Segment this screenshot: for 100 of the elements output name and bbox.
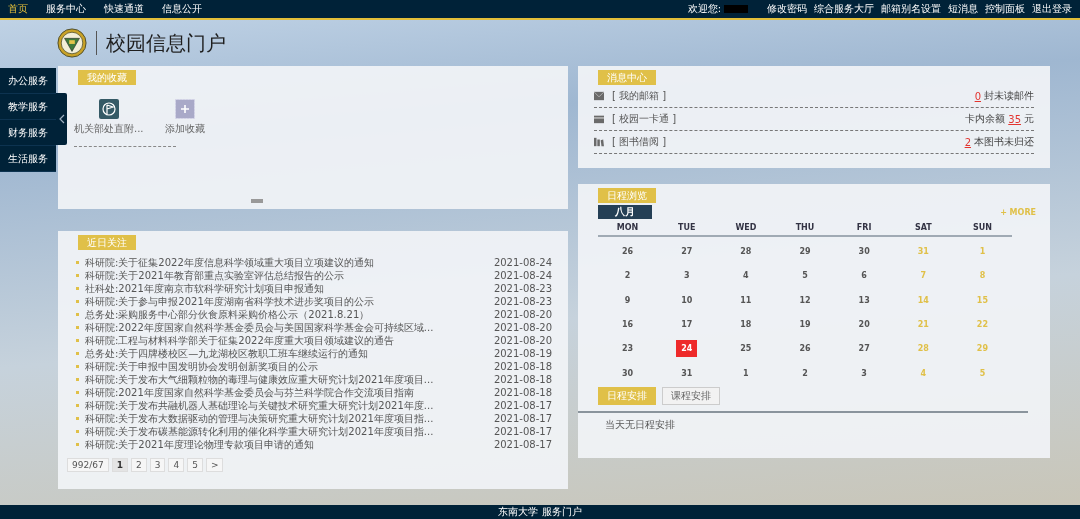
- books-icon: [594, 137, 604, 147]
- calendar-day[interactable]: 19: [795, 317, 815, 333]
- calendar-day[interactable]: 9: [620, 292, 635, 308]
- header-link[interactable]: 控制面板: [985, 2, 1025, 16]
- card-icon: [594, 114, 604, 124]
- news-link[interactable]: 科研院:关于发布大数据驱动的管理与决策研究重大研究计划2021年度项目指...: [85, 411, 494, 426]
- calendar-day[interactable]: 11: [736, 292, 756, 308]
- calendar-day[interactable]: 3: [679, 268, 694, 284]
- calendar-day[interactable]: 2: [620, 268, 635, 284]
- news-date: 2021-08-17: [493, 413, 552, 424]
- news-link[interactable]: 科研院:关于发布共融机器人基础理论与关键技术研究重大研究计划2021年度...: [85, 398, 494, 413]
- panel-title: 日程浏览: [598, 188, 656, 203]
- calendar-day[interactable]: 5: [798, 268, 812, 284]
- message-text: 元: [1024, 112, 1034, 126]
- message-text: 本图书未归还: [974, 135, 1034, 149]
- calendar-day[interactable]: 29: [795, 244, 815, 260]
- footer-text: 东南大学 服务门户: [498, 506, 582, 518]
- news-link[interactable]: 科研院:关于发布大气细颗粒物的毒理与健康效应重大研究计划2021年度项目...: [85, 372, 494, 387]
- calendar-day[interactable]: 6: [857, 268, 871, 284]
- sidebar-item[interactable]: 生活服务: [0, 146, 56, 172]
- header-link[interactable]: 短消息: [948, 2, 978, 16]
- news-link[interactable]: 总务处:关于四牌楼校区—九龙湖校区教职工班车继续运行的通知: [85, 346, 494, 361]
- calendar-day[interactable]: 26: [795, 341, 815, 357]
- calendar-day[interactable]: 24: [676, 339, 698, 357]
- calendar-day[interactable]: 13: [854, 292, 874, 308]
- news-link[interactable]: 科研院:关于发布碳基能源转化利用的催化科学重大研究计划2021年度项目指...: [85, 424, 494, 439]
- calendar-day[interactable]: 1: [739, 365, 753, 381]
- news-date: 2021-08-23: [493, 296, 552, 307]
- panel-title: 近日关注: [78, 235, 136, 250]
- calendar-day[interactable]: 23: [618, 341, 638, 357]
- portal-title: 校园信息门户: [106, 29, 226, 57]
- next-page-button[interactable]: >: [205, 458, 224, 472]
- nav-tab[interactable]: 快速通道: [104, 0, 144, 18]
- page-button[interactable]: 4: [168, 458, 185, 472]
- plus-icon: [174, 99, 195, 119]
- calendar-day[interactable]: 27: [677, 244, 697, 260]
- news-link[interactable]: 科研院:工程与材料科学部关于征集2022年度重大项目领域建议的通告: [85, 333, 494, 348]
- header-link[interactable]: 退出登录: [1032, 2, 1072, 16]
- news-link[interactable]: 科研院:关于征集2022年度信息科学领域重大项目立项建议的通知: [85, 255, 494, 270]
- favorite-shortcut[interactable]: 机关部处直附...: [74, 99, 144, 136]
- calendar-day[interactable]: 10: [677, 292, 697, 308]
- calendar-day[interactable]: 25: [736, 341, 756, 357]
- panel-title: 我的收藏: [78, 70, 136, 85]
- calendar-day[interactable]: 2: [798, 365, 812, 381]
- weekday-label: SAT: [913, 222, 933, 232]
- calendar-day[interactable]: 28: [736, 244, 756, 260]
- news-date: 2021-08-17: [493, 439, 552, 450]
- message-text: 封未读邮件: [984, 89, 1034, 103]
- message-link[interactable]: [ 校园一卡通 ]: [612, 112, 677, 126]
- calendar-day[interactable]: 17: [677, 317, 697, 333]
- sidebar-item[interactable]: 教学服务: [0, 94, 56, 120]
- weekday-label: WED: [734, 222, 758, 232]
- calendar-day[interactable]: 20: [854, 317, 874, 333]
- news-link[interactable]: 科研院:关于申报中国发明协会发明创新奖项目的公示: [85, 359, 494, 374]
- nav-tab[interactable]: 信息公开: [162, 0, 202, 18]
- page-button[interactable]: 2: [130, 458, 147, 472]
- news-link[interactable]: 科研院:关于2021年教育部重点实验室评估总结报告的公示: [85, 268, 494, 283]
- count-link[interactable]: 0: [974, 90, 981, 102]
- message-link[interactable]: [ 图书借阅 ]: [612, 135, 667, 149]
- news-date: 2021-08-19: [493, 348, 552, 359]
- sidebar-item[interactable]: 办公服务: [0, 68, 56, 94]
- favorite-shortcut[interactable]: 添加收藏: [157, 99, 212, 136]
- calendar-day[interactable]: 18: [736, 317, 756, 333]
- header-link[interactable]: 修改密码: [767, 2, 807, 16]
- news-date: 2021-08-18: [493, 387, 552, 398]
- calendar-day[interactable]: 27: [854, 341, 874, 357]
- news-date: 2021-08-18: [493, 361, 552, 372]
- news-link[interactable]: 科研院:关于参与申报2021年度湖南省科学技术进步奖项目的公示: [85, 294, 494, 309]
- calendar-day[interactable]: 4: [739, 268, 753, 284]
- calendar-day[interactable]: 3: [857, 365, 871, 381]
- page-button[interactable]: 3: [149, 458, 166, 472]
- news-link[interactable]: 科研院:2022年度国家自然科学基金委员会与美国国家科学基金会可持续区域...: [85, 320, 494, 335]
- news-link[interactable]: 总务处:采购服务中心部分伙食原料采购价格公示（2021.8.21）: [85, 307, 494, 322]
- count-link[interactable]: 2: [964, 136, 971, 148]
- calendar-day[interactable]: 31: [677, 365, 697, 381]
- calendar-day[interactable]: 16: [618, 317, 638, 333]
- news-link[interactable]: 社科处:2021年度南京市软科学研究计划项目申报通知: [85, 281, 494, 296]
- weekday-label: TUE: [677, 222, 697, 232]
- weekday-label: THU: [794, 222, 816, 232]
- sidebar-item[interactable]: 财务服务: [0, 120, 56, 146]
- nav-tab[interactable]: 首页: [8, 0, 28, 18]
- nav-tab[interactable]: 服务中心: [46, 0, 86, 18]
- header-link[interactable]: 综合服务大厅: [814, 2, 874, 16]
- page-button[interactable]: 5: [187, 458, 203, 472]
- message-link[interactable]: [ 我的邮箱 ]: [612, 89, 667, 103]
- calendar-day[interactable]: 26: [618, 244, 638, 260]
- calendar-day[interactable]: 30: [618, 365, 638, 381]
- page-button[interactable]: 1: [111, 458, 128, 472]
- weekday-label: MON: [615, 222, 640, 232]
- count-link[interactable]: 35: [1008, 113, 1021, 125]
- header-link[interactable]: 邮箱别名设置: [881, 2, 941, 16]
- envelope-icon: [594, 91, 604, 101]
- schedule-tab[interactable]: 课程安排: [662, 386, 720, 405]
- panel-title: 消息中心: [598, 70, 656, 85]
- page-summary: 992/67: [67, 458, 109, 472]
- calendar-day[interactable]: 12: [795, 292, 815, 308]
- collapse-button[interactable]: [56, 93, 67, 145]
- calendar-day[interactable]: 30: [854, 244, 874, 260]
- news-link[interactable]: 科研院:关于2021年度理论物理专款项目申请的通知: [85, 437, 494, 452]
- news-link[interactable]: 科研院:2021年度国家自然科学基金委员会与芬兰科学院合作交流项目指南: [85, 385, 494, 400]
